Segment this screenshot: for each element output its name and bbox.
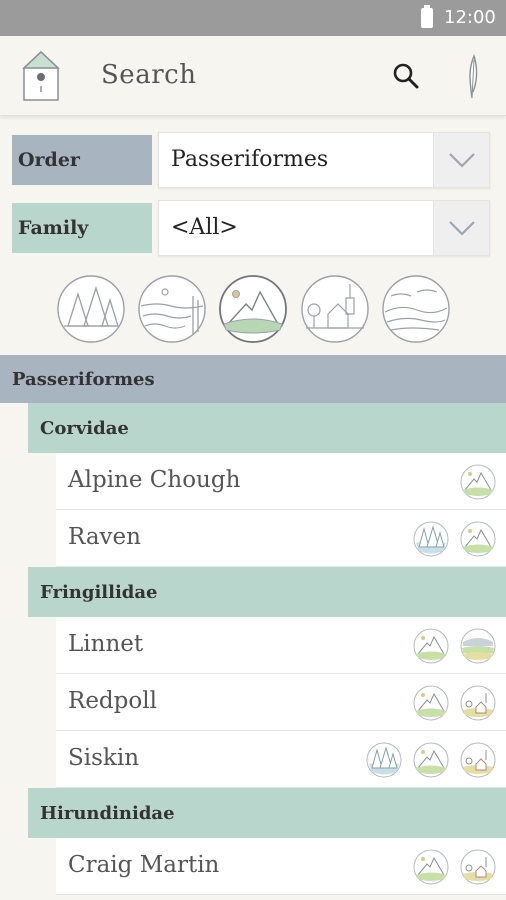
birdhouse-icon[interactable] (22, 50, 60, 102)
species-habitat-icons (413, 628, 496, 664)
mountain-habitat-icon (413, 849, 449, 885)
mountain-habitat-icon (460, 464, 496, 500)
species-habitat-icons (413, 521, 496, 557)
chevron-down-icon (449, 153, 475, 168)
wetland-habitat-icon[interactable] (137, 274, 207, 344)
species-name: Linnet (68, 631, 144, 657)
app-bar: Search (0, 36, 506, 116)
species-row[interactable]: Siskin (56, 731, 506, 788)
village-habitat-icon[interactable] (300, 274, 370, 344)
meadow-habitat-icon (460, 628, 496, 664)
app-title: Search (101, 60, 197, 90)
species-row[interactable]: Alpine Chough (56, 453, 506, 510)
family-label: Family (12, 203, 152, 253)
feather-icon[interactable] (460, 52, 484, 100)
species-name: Siskin (68, 745, 140, 771)
village-habitat-icon (460, 742, 496, 778)
mountain-habitat-icon (413, 628, 449, 664)
forest-habitat-icon[interactable] (56, 274, 126, 344)
order-dropdown-button[interactable] (433, 133, 489, 187)
battery-full-icon (421, 5, 433, 28)
order-select-value: Passeriformes (171, 147, 329, 172)
species-name: Alpine Chough (68, 467, 241, 493)
species-row[interactable]: Craig Martin (56, 838, 506, 895)
order-header: Passeriformes (0, 355, 506, 403)
chevron-down-icon (449, 221, 475, 236)
species-name: Raven (68, 524, 141, 550)
species-name: Craig Martin (68, 852, 220, 878)
mountain-habitat-icon (413, 742, 449, 778)
forest-habitat-icon (413, 521, 449, 557)
species-habitat-icons (460, 464, 496, 500)
forest-habitat-icon (366, 742, 402, 778)
family-dropdown-button[interactable] (433, 201, 489, 255)
status-time: 12:00 (444, 7, 496, 28)
family-select[interactable]: <All> (158, 200, 490, 256)
species-row[interactable]: Linnet (56, 617, 506, 674)
family-header: Hirundinidae (28, 788, 506, 838)
results-list[interactable]: Passeriformes Corvidae Alpine Chough Raven F… (0, 355, 506, 895)
mountain-habitat-icon[interactable] (218, 274, 288, 344)
status-bar: 12:00 (0, 0, 506, 36)
mountain-habitat-icon (413, 685, 449, 721)
species-habitat-icons (366, 742, 496, 778)
search-icon[interactable] (390, 60, 422, 92)
family-header: Fringillidae (28, 567, 506, 617)
species-habitat-icons (413, 685, 496, 721)
species-name: Redpoll (68, 688, 157, 714)
order-label: Order (12, 135, 152, 185)
order-select[interactable]: Passeriformes (158, 132, 490, 188)
species-habitat-icons (413, 849, 496, 885)
family-select-value: <All> (171, 215, 238, 240)
family-header: Corvidae (28, 403, 506, 453)
meadow-habitat-icon[interactable] (381, 274, 451, 344)
species-row[interactable]: Raven (56, 510, 506, 567)
mountain-habitat-icon (460, 521, 496, 557)
village-habitat-icon (460, 685, 496, 721)
village-habitat-icon (460, 849, 496, 885)
species-row[interactable]: Redpoll (56, 674, 506, 731)
